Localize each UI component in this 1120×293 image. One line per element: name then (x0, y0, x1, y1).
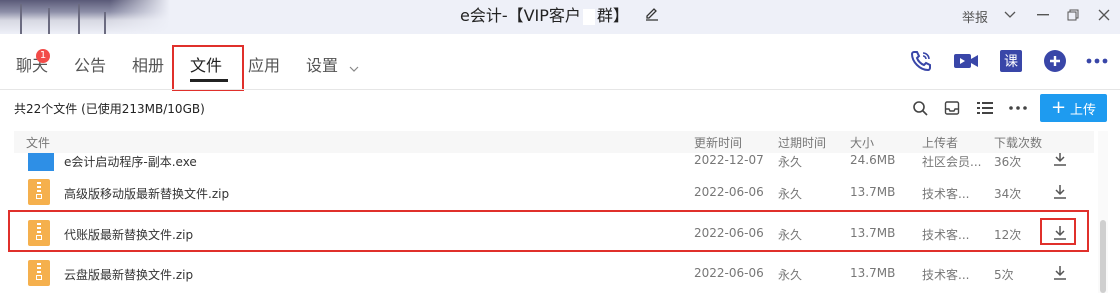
file-name[interactable]: 云盘版最新替换文件.zip (64, 266, 193, 283)
file-expire: 永久 (778, 268, 803, 282)
upload-button[interactable]: + 上传 (1040, 94, 1107, 122)
column-size[interactable]: 大小 (850, 134, 874, 151)
download-icon[interactable] (1050, 182, 1070, 202)
file-table-header: 文件 更新时间 过期时间 大小 上传者 下载次数 (14, 131, 1094, 153)
zip-file-icon (28, 260, 50, 286)
file-downloads: 34次 (994, 187, 1022, 201)
video-icon[interactable] (953, 48, 979, 74)
minimize-icon[interactable] (1033, 6, 1053, 24)
edit-icon[interactable] (644, 1, 660, 33)
tab-bar (0, 34, 1120, 90)
file-uploader: 社区会员... (922, 155, 982, 169)
files-tab-highlight-box (172, 45, 244, 91)
file-size: 13.7MB (850, 185, 896, 199)
table-row[interactable]: 云盘版最新替换文件.zip 2022-06-06 永久 13.7MB 技术客..… (14, 256, 1094, 290)
file-downloads: 36次 (994, 155, 1022, 169)
unread-badge: 1 (36, 49, 50, 63)
header-divider (0, 89, 1120, 90)
more-options-icon[interactable] (1008, 98, 1028, 118)
file-downloads: 5次 (994, 268, 1014, 282)
file-expire: 永久 (778, 187, 803, 201)
column-downloads[interactable]: 下载次数 (994, 134, 1042, 151)
zip-file-icon (28, 179, 50, 205)
file-name[interactable]: e会计启动程序-副本.exe (64, 153, 197, 170)
scrollbar-thumb[interactable] (1100, 220, 1106, 293)
title-bar: e会计-【VIP客户 群】 举报 (0, 0, 1120, 34)
window-title-text: e会计-【VIP客户 (459, 6, 581, 25)
download-icon[interactable] (1050, 263, 1070, 283)
exe-file-icon (28, 153, 54, 171)
chevron-down-icon[interactable] (1000, 6, 1020, 24)
list-view-icon[interactable] (975, 98, 995, 118)
phone-icon[interactable] (908, 48, 934, 74)
file-uploader: 技术客... (922, 187, 970, 201)
tab-apps[interactable]: 应用 (248, 52, 280, 76)
download-icon[interactable] (1050, 153, 1070, 169)
inbox-icon[interactable] (942, 98, 962, 118)
file-expire: 永久 (778, 155, 803, 169)
storage-summary: 共22个文件 (已使用213MB/10GB) (14, 102, 205, 116)
file-size: 24.6MB (850, 153, 896, 167)
column-file[interactable]: 文件 (26, 134, 50, 151)
tab-album[interactable]: 相册 (132, 52, 164, 76)
file-uploader: 技术客... (922, 268, 970, 282)
chevron-down-icon (349, 57, 359, 76)
more-icon[interactable] (1084, 48, 1110, 74)
file-updated: 2022-06-06 (694, 266, 764, 280)
tab-settings[interactable]: 设置 (306, 52, 359, 76)
report-button[interactable]: 举报 (962, 7, 988, 26)
table-row[interactable]: e会计启动程序-副本.exe 2022-12-07 永久 24.6MB 社区会员… (14, 153, 1094, 177)
column-expire[interactable]: 过期时间 (778, 134, 826, 151)
window-title-suffix: 群】 (596, 6, 629, 25)
window-title: e会计-【VIP客户 群】 (0, 0, 1120, 34)
tab-announcements[interactable]: 公告 (74, 52, 106, 76)
add-circle-icon[interactable] (1042, 48, 1068, 74)
search-icon[interactable] (910, 98, 930, 118)
course-icon[interactable]: 课 (998, 48, 1024, 74)
restore-icon[interactable] (1063, 6, 1083, 24)
column-uploader[interactable]: 上传者 (922, 134, 958, 151)
upload-button-label: 上传 (1070, 102, 1097, 118)
course-icon-label: 课 (1000, 50, 1022, 72)
plus-icon: + (1050, 97, 1067, 118)
download-highlight-box (1040, 218, 1076, 245)
file-updated: 2022-06-06 (694, 185, 764, 199)
file-name[interactable]: 高级版移动版最新替换文件.zip (64, 185, 229, 202)
close-icon[interactable] (1094, 6, 1114, 24)
row-highlight-box (8, 210, 1089, 252)
column-updated[interactable]: 更新时间 (694, 134, 742, 151)
tab-settings-label: 设置 (306, 56, 339, 75)
file-size: 13.7MB (850, 266, 896, 280)
file-updated: 2022-12-07 (694, 153, 764, 167)
table-row[interactable]: 高级版移动版最新替换文件.zip 2022-06-06 永久 13.7MB 技术… (14, 175, 1094, 209)
